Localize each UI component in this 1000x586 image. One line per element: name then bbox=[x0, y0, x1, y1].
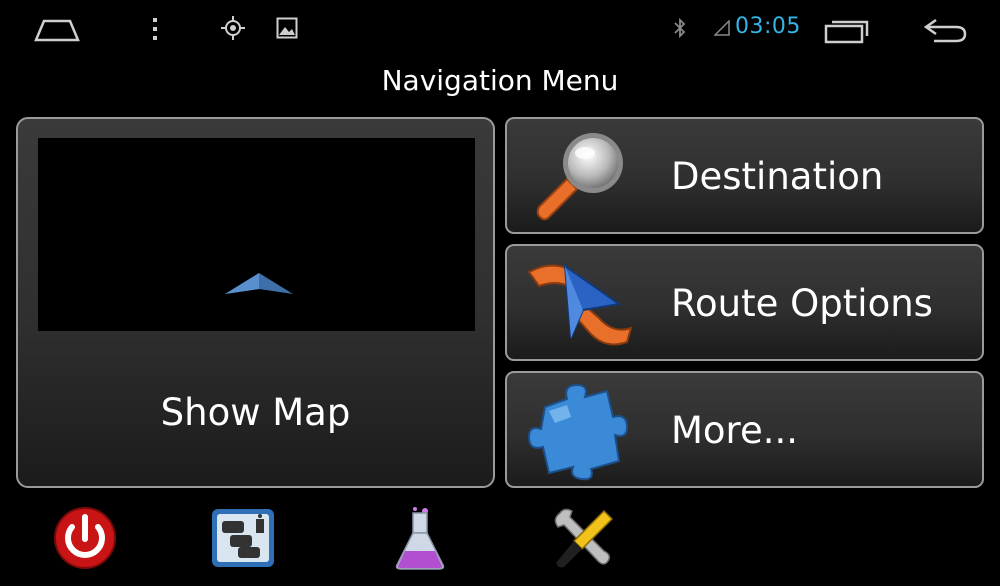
position-arrow-icon bbox=[225, 273, 293, 294]
bluetooth-icon bbox=[674, 18, 686, 38]
overflow-menu-icon[interactable] bbox=[150, 16, 160, 42]
destination-button[interactable]: Destination bbox=[505, 117, 984, 234]
show-map-label: Show Map bbox=[160, 391, 351, 434]
power-icon[interactable] bbox=[50, 505, 120, 571]
clock: 03:05 bbox=[735, 14, 801, 39]
more-button[interactable]: More... bbox=[505, 371, 984, 488]
flask-icon[interactable] bbox=[385, 505, 455, 571]
puzzle-piece-icon bbox=[527, 383, 629, 481]
show-map-button[interactable]: Show Map bbox=[16, 117, 495, 488]
gallery-icon bbox=[276, 17, 298, 39]
page-title: Navigation Menu bbox=[381, 64, 619, 97]
destination-label: Destination bbox=[671, 155, 884, 198]
map-preview bbox=[38, 138, 475, 331]
home-icon[interactable] bbox=[33, 18, 81, 42]
status-bar: 03:05 bbox=[0, 0, 1000, 58]
route-arrow-icon bbox=[527, 263, 633, 346]
gps-icon bbox=[221, 16, 245, 40]
tools-icon[interactable] bbox=[548, 505, 618, 571]
magnifier-icon bbox=[536, 133, 623, 221]
route-options-button[interactable]: Route Options bbox=[505, 244, 984, 361]
back-icon[interactable] bbox=[922, 17, 968, 43]
recent-apps-icon[interactable] bbox=[824, 18, 870, 44]
more-label: More... bbox=[671, 409, 799, 452]
route-options-label: Route Options bbox=[671, 282, 933, 325]
traffic-info-icon[interactable] bbox=[208, 505, 278, 571]
signal-icon bbox=[714, 20, 730, 36]
